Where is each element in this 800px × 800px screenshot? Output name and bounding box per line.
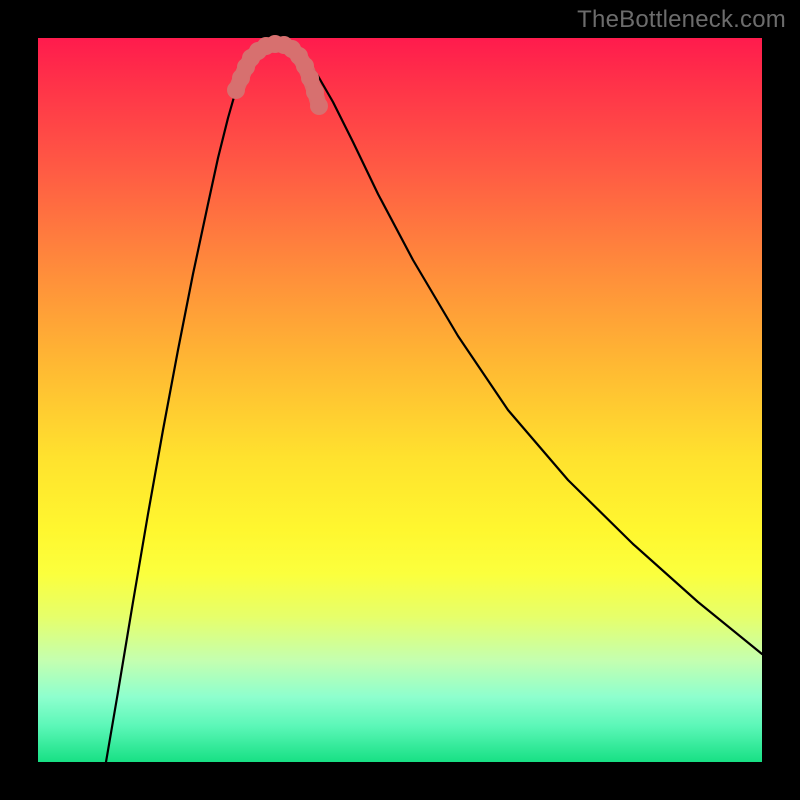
valley-marker-dot	[310, 97, 328, 115]
plot-area	[38, 38, 762, 762]
valley-markers	[227, 35, 328, 115]
chart-frame: TheBottleneck.com	[0, 0, 800, 800]
watermark-text: TheBottleneck.com	[577, 6, 786, 34]
curve-svg	[38, 38, 762, 762]
main-curve	[106, 44, 762, 762]
